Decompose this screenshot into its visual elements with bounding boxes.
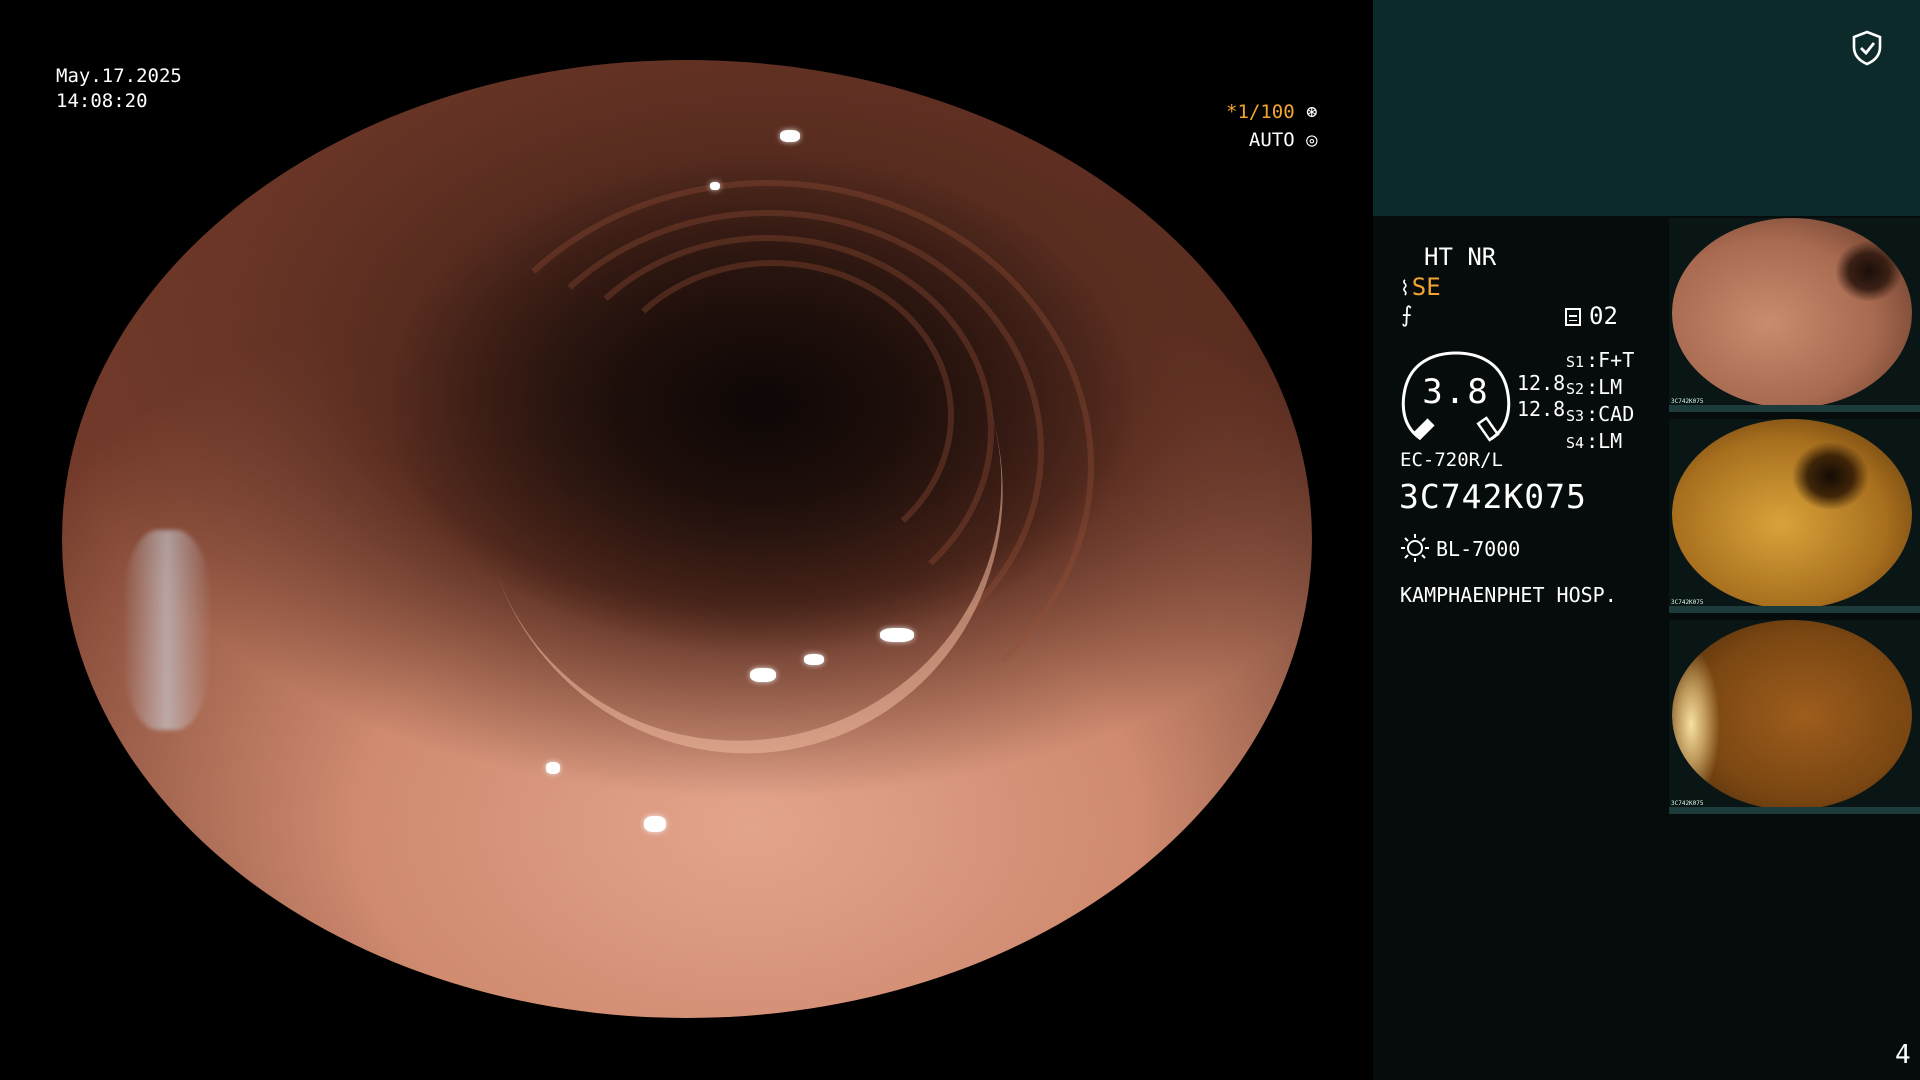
iris-icon: ◎: [1306, 129, 1318, 151]
switch-row: S4:LM: [1566, 429, 1623, 453]
pressure-readout: 12.8 12.8: [1517, 370, 1565, 422]
thumbnail-2[interactable]: 3C742K075: [1669, 419, 1920, 613]
exposure-info: *1/100 ⊛ AUTO ◎: [1226, 98, 1318, 154]
switch-row: S2:LM: [1566, 375, 1623, 399]
endoscope-view: May.17.2025 14:08:20 *1/100 ⊛ AUTO ◎: [0, 0, 1373, 1080]
switch-assignments: S1:F+T S2:LM S3:CAD S4:LM: [1566, 348, 1634, 456]
info-panel: HT NR ⌇SE ⨍ 02 3.8 12.8 12.8 S1:F+T S2:L…: [1373, 0, 1920, 1080]
panel-header: [1373, 0, 1920, 216]
pressure-1: 12.8: [1517, 371, 1566, 395]
endoscope-image: [62, 60, 1312, 1018]
scope-serial: 3C742K075: [1399, 477, 1587, 516]
endoscopy-screen: May.17.2025 14:08:20 *1/100 ⊛ AUTO ◎ HT …: [0, 0, 1920, 1080]
switch-row: S1:F+T: [1566, 348, 1635, 372]
memory-label: 02: [1589, 302, 1618, 330]
scope-model: EC-720R/L: [1400, 449, 1503, 471]
color-mode-icon: ⨍: [1401, 303, 1413, 328]
captured-thumbnails: 3C742K075 3C742K075 3C742K075: [1669, 218, 1920, 821]
shutter-speed: *1/100: [1226, 101, 1295, 123]
switch-row: S3:CAD: [1566, 402, 1635, 426]
gauge-value: 3.8: [1422, 372, 1490, 412]
shield-check-icon: [1852, 30, 1882, 66]
memory-indicator: 02: [1565, 302, 1618, 330]
thumbnail-3[interactable]: 3C742K075: [1669, 620, 1920, 814]
page-number: 4: [1895, 1040, 1911, 1070]
thumbnail-1[interactable]: 3C742K075: [1669, 218, 1920, 412]
structure-enhance: ⌇SE: [1400, 273, 1441, 301]
structure-enhance-label: SE: [1411, 273, 1441, 301]
date-text: May.17.2025: [56, 65, 182, 87]
enhance-icon: ⌇: [1400, 276, 1410, 300]
memory-card-icon: [1565, 308, 1581, 326]
light-source-label: BL-7000: [1436, 537, 1521, 561]
hospital-name: KAMPHAENPHET HOSP.: [1400, 583, 1617, 607]
light-source: BL-7000: [1400, 533, 1520, 563]
timestamp: May.17.2025 14:08:20: [56, 64, 182, 114]
sun-icon: [1401, 534, 1429, 562]
aperture-icon: ⊛: [1306, 101, 1318, 123]
image-modes: HT NR: [1424, 243, 1497, 271]
time-text: 14:08:20: [56, 90, 148, 112]
iris-mode: AUTO: [1248, 129, 1295, 151]
pressure-2: 12.8: [1517, 397, 1566, 421]
